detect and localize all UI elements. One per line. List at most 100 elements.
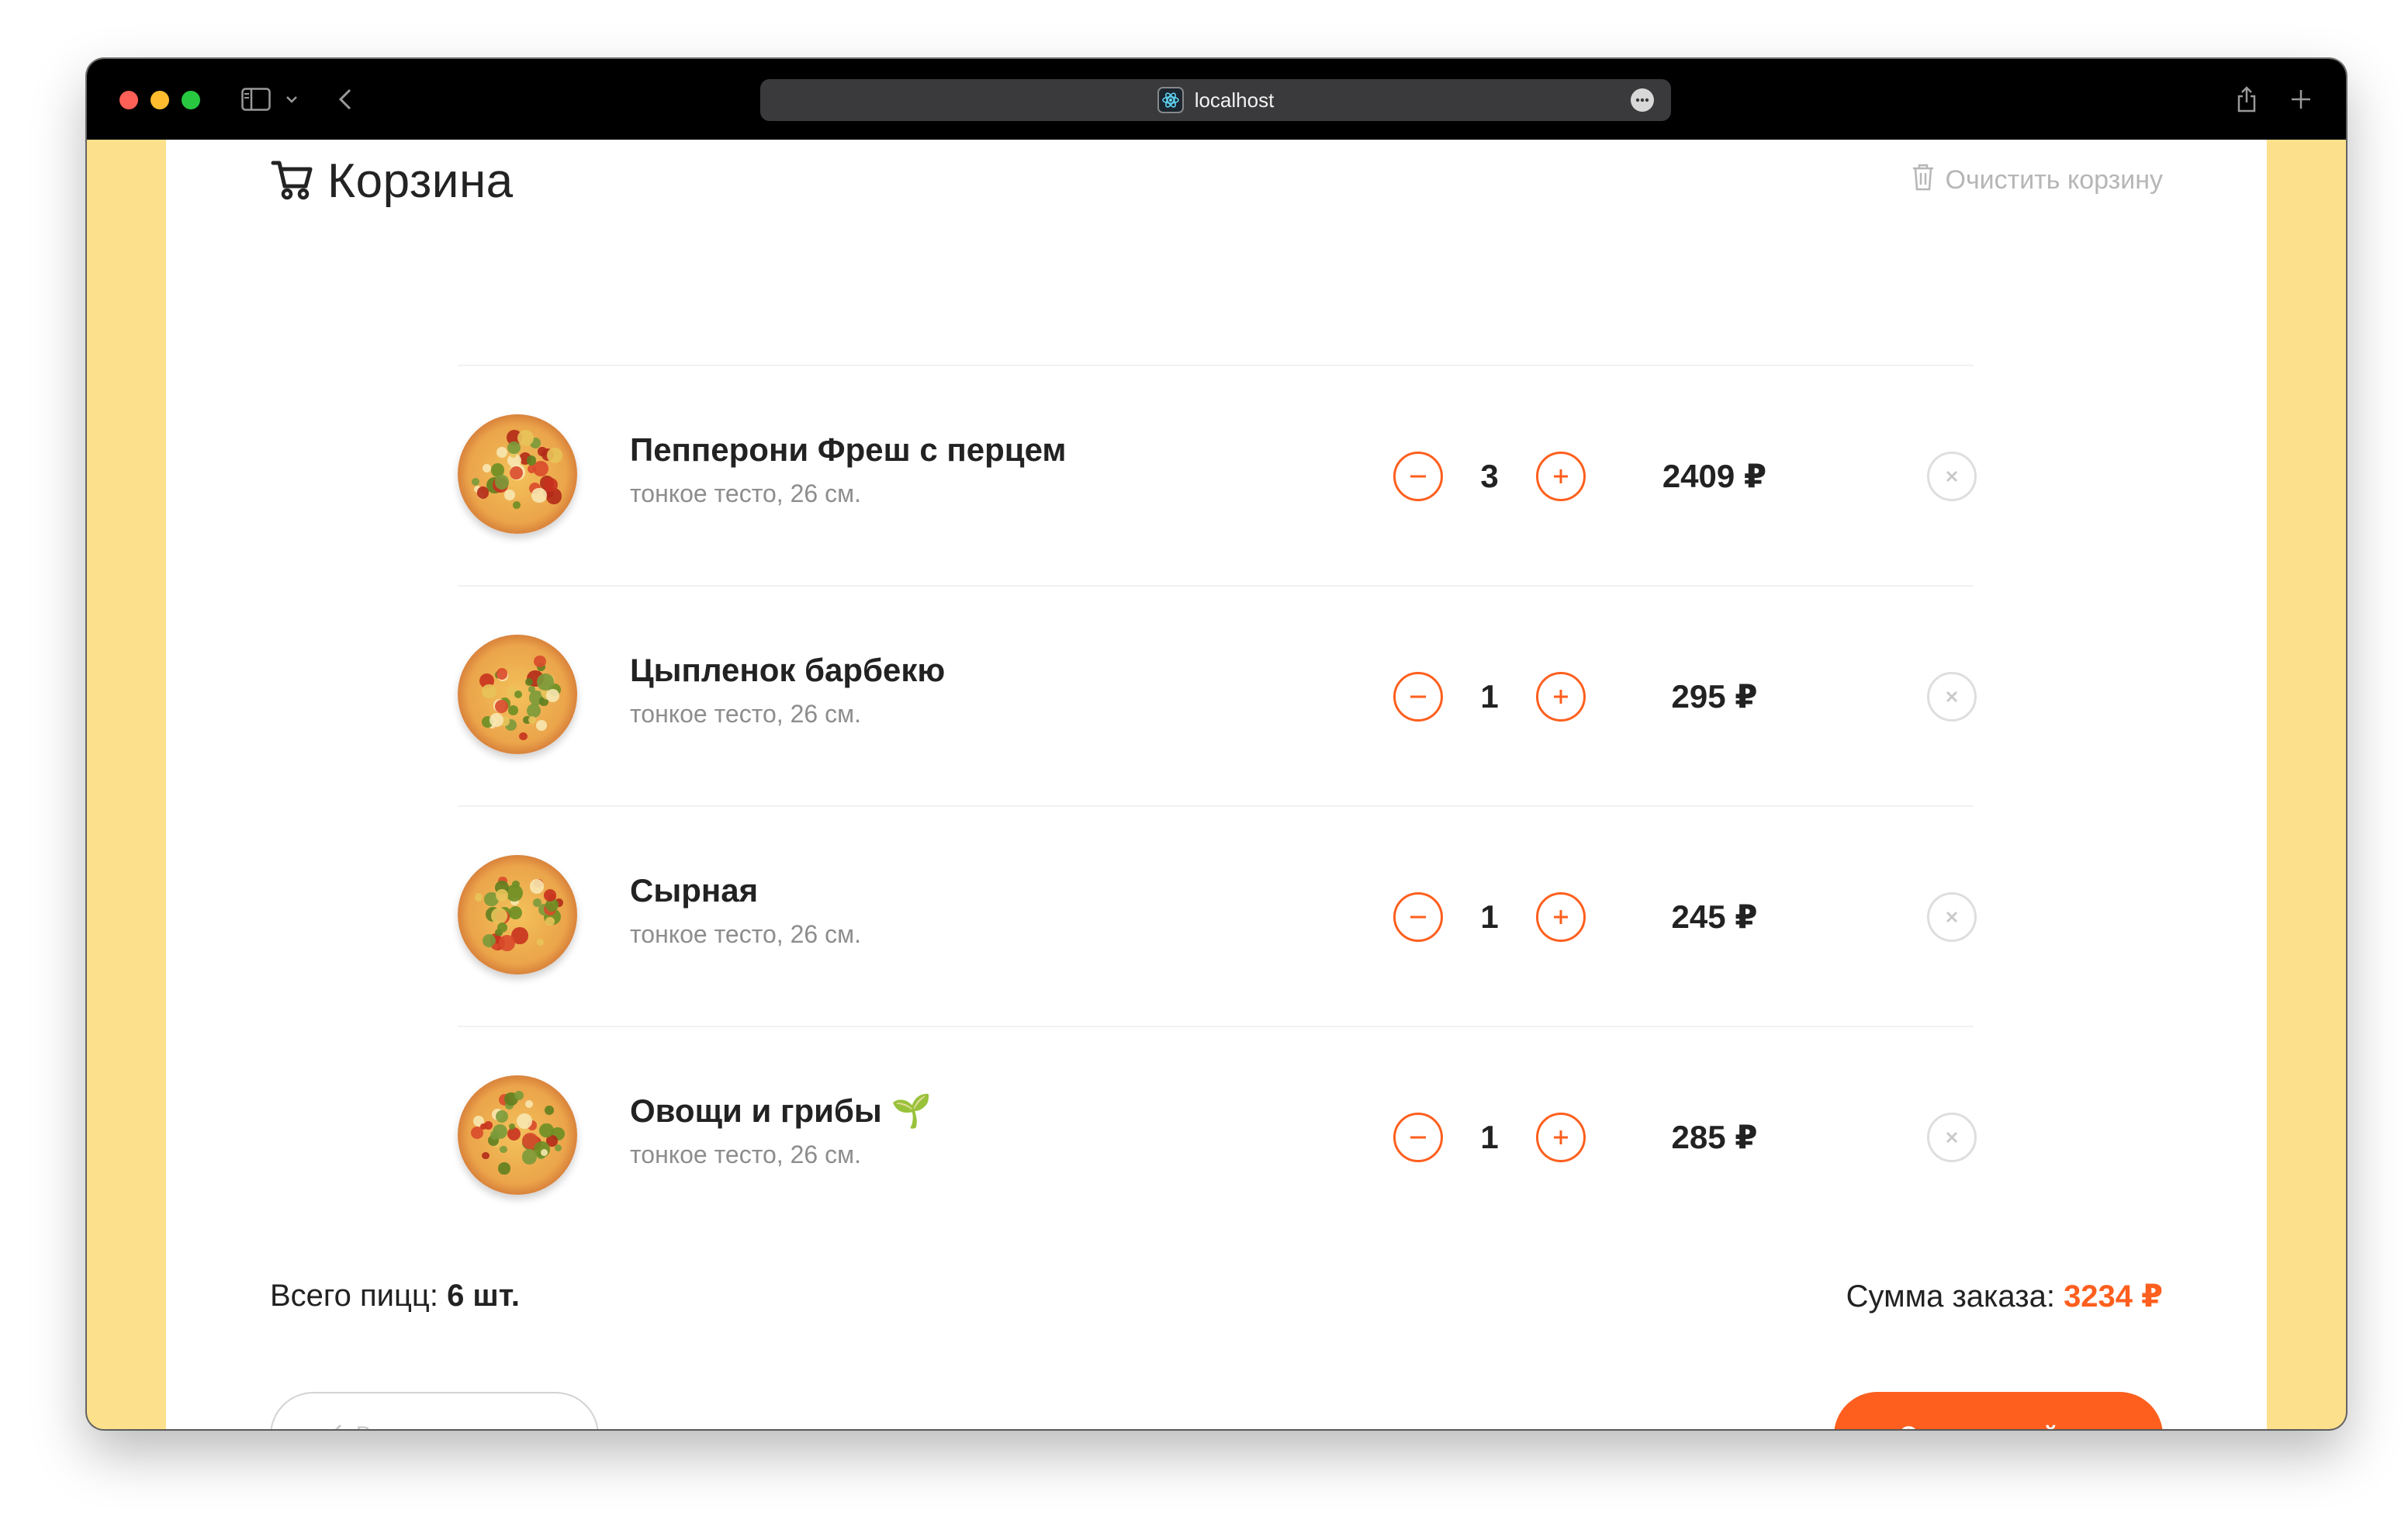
pizza-image — [458, 1075, 577, 1195]
pizza-topping — [507, 705, 518, 715]
item-quantity: 1 — [1480, 678, 1499, 715]
remove-item-button[interactable] — [1927, 672, 1977, 722]
pizza-topping — [524, 1099, 534, 1109]
increase-quantity-button[interactable] — [1536, 672, 1586, 722]
pizza-topping — [540, 1149, 548, 1157]
pizza-topping — [521, 1149, 538, 1165]
clear-cart-button[interactable]: Очистить корзину — [1912, 163, 2163, 198]
pizza-topping — [545, 688, 559, 702]
increase-quantity-button[interactable] — [1536, 1113, 1586, 1162]
item-name: Овощи и грибы 🌱 — [630, 1092, 932, 1130]
go-back-label: Вернуться назад — [356, 1422, 538, 1429]
close-icon — [1946, 1131, 1958, 1144]
pizza-topping — [495, 475, 510, 490]
pizza-topping — [472, 478, 480, 486]
chevron-down-icon[interactable] — [282, 82, 301, 116]
cart-page: Корзина Очистить корзину Пепперони Фреш … — [166, 140, 2267, 1429]
item-name-text: Овощи и грибы — [630, 1092, 882, 1129]
more-options-icon[interactable] — [1631, 88, 1654, 112]
total-sum-label: Сумма заказа: — [1846, 1279, 2055, 1314]
pizza-topping — [534, 655, 546, 668]
decrease-quantity-button[interactable] — [1393, 1113, 1443, 1162]
back-nav-icon[interactable] — [334, 82, 357, 116]
pizza-topping — [526, 455, 537, 466]
react-favicon-icon — [1157, 87, 1184, 113]
pizza-topping — [474, 893, 483, 902]
close-icon — [1946, 911, 1958, 923]
total-sum-value: 3234 ₽ — [2064, 1279, 2163, 1314]
item-options: тонкое тесто, 26 см. — [630, 479, 861, 507]
total-count-value: 6 шт. — [447, 1279, 520, 1313]
item-name: Сырная — [630, 872, 759, 909]
pay-now-button[interactable]: Оплатить сейчас — [1834, 1392, 2163, 1429]
minimize-window-button[interactable] — [150, 91, 169, 109]
pay-now-label: Оплатить сейчас — [1900, 1422, 2097, 1429]
pizza-topping — [524, 677, 533, 686]
plus-icon — [1554, 1130, 1568, 1144]
decrease-quantity-button[interactable] — [1393, 452, 1443, 501]
total-count: Всего пицц: 6 шт. — [270, 1279, 520, 1314]
pizza-topping — [494, 700, 508, 713]
browser-window: localhost Корзина Очистить корзину Пеппе… — [87, 59, 2346, 1429]
pizza-topping — [508, 1123, 515, 1130]
pizza-topping — [483, 1120, 493, 1130]
address-bar[interactable]: localhost — [760, 79, 1671, 121]
page-title: Корзина — [327, 154, 514, 208]
cart-header: Корзина — [270, 154, 514, 209]
remove-item-button[interactable] — [1927, 1113, 1977, 1162]
share-icon[interactable] — [2233, 82, 2261, 116]
close-window-button[interactable] — [119, 91, 138, 109]
item-name: Пепперони Фреш с перцем — [630, 431, 1067, 468]
item-price: 295 ₽ — [1671, 678, 1758, 715]
pizza-topping — [531, 487, 547, 504]
remove-item-button[interactable] — [1927, 452, 1977, 501]
pizza-topping — [498, 1162, 510, 1175]
pizza-topping — [528, 715, 536, 725]
sidebar-icon[interactable] — [239, 82, 273, 116]
pizza-topping — [514, 690, 523, 698]
pizza-topping — [529, 879, 545, 894]
item-price: 285 ₽ — [1671, 1119, 1758, 1155]
pizza-topping — [497, 922, 508, 933]
plus-icon — [1554, 910, 1568, 924]
pizza-topping — [476, 486, 490, 499]
decrease-quantity-button[interactable] — [1393, 672, 1443, 722]
pizza-topping — [510, 466, 524, 479]
pizza-topping — [537, 673, 554, 691]
pizza-image — [458, 414, 577, 534]
item-quantity: 3 — [1480, 458, 1499, 494]
minus-icon — [1410, 695, 1426, 698]
pizza-topping — [482, 684, 496, 699]
chevron-left-icon — [331, 1422, 356, 1429]
pizza-topping — [545, 1106, 555, 1115]
zoom-window-button[interactable] — [182, 91, 200, 109]
pizza-topping — [496, 889, 508, 902]
pizza-topping — [500, 1145, 507, 1153]
pizza-topping — [507, 1127, 521, 1141]
pizza-image — [458, 855, 577, 974]
item-price: 245 ₽ — [1671, 898, 1758, 935]
pizza-topping — [554, 1144, 562, 1151]
go-back-button[interactable]: Вернуться назад — [270, 1392, 599, 1429]
item-options: тонкое тесто, 26 см. — [630, 1141, 861, 1168]
cart-item: Цыпленок барбекю тонкое тесто, 26 см. 1 … — [458, 585, 1977, 805]
remove-item-button[interactable] — [1927, 892, 1977, 942]
cart-item: Пепперони Фреш с перцем тонкое тесто, 26… — [458, 365, 1977, 585]
pizza-topping — [483, 463, 492, 472]
cart-items-list: Пепперони Фреш с перцем тонкое тесто, 26… — [458, 365, 1977, 1246]
pizza-topping — [499, 935, 516, 952]
total-sum: Сумма заказа: 3234 ₽ — [1846, 1279, 2163, 1314]
increase-quantity-button[interactable] — [1536, 452, 1586, 501]
pizza-image — [458, 635, 577, 754]
pizza-topping — [538, 1123, 554, 1138]
increase-quantity-button[interactable] — [1536, 892, 1586, 942]
pizza-topping — [536, 719, 548, 731]
pizza-topping — [507, 441, 521, 455]
plus-icon — [1554, 469, 1568, 483]
minus-icon — [1410, 1136, 1426, 1139]
url-text: localhost — [1194, 88, 1275, 112]
new-tab-icon[interactable] — [2287, 82, 2315, 116]
pizza-topping — [537, 938, 545, 947]
minus-icon — [1410, 475, 1426, 478]
decrease-quantity-button[interactable] — [1393, 892, 1443, 942]
